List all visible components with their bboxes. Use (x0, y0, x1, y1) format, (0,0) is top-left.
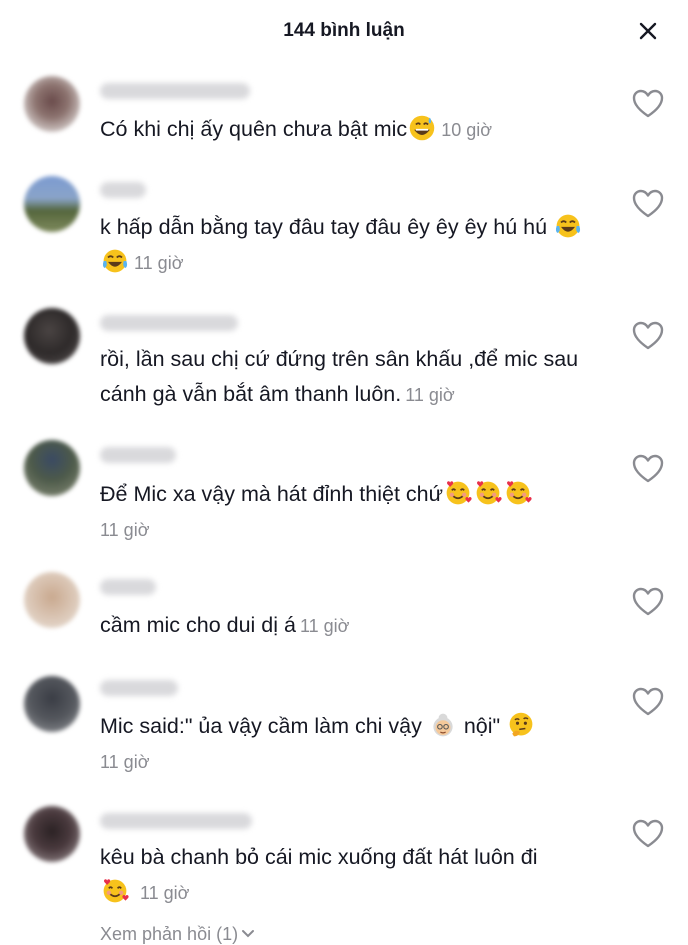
heart-outline-icon[interactable] (632, 321, 664, 351)
smiling-face-with-hearts-emoji (506, 481, 532, 505)
heart-outline-icon[interactable] (632, 687, 664, 717)
heart-outline-icon[interactable] (632, 189, 664, 219)
smiling-face-with-hearts-emoji (103, 879, 129, 903)
comment-text: cầm mic cho dui dị á 11 giờ (100, 613, 350, 637)
comments-header: 144 bình luận (0, 0, 688, 62)
smiling-face-with-hearts-emoji (476, 481, 502, 505)
comment-time: 11 giờ (139, 883, 190, 903)
view-replies-label: Xem phản hồi (1) (100, 924, 239, 944)
heart-outline-icon[interactable] (632, 454, 664, 484)
comment-count-title: 144 bình luận (283, 20, 405, 41)
comment-text: kêu bà chanh bỏ cái mic xuống đất hát lu… (100, 845, 538, 903)
username-blurred[interactable] (100, 579, 156, 595)
thinking-face-emoji (509, 712, 533, 737)
avatar[interactable] (24, 440, 80, 496)
comment-text: Mic said:" ủa vậy cầm làm chi vậy nội" 1… (100, 709, 610, 780)
comment-time: 11 giờ (100, 520, 150, 540)
close-icon[interactable] (636, 19, 660, 43)
comment-time: 11 giờ (405, 385, 455, 405)
avatar[interactable] (24, 308, 80, 364)
smiling-face-with-hearts-emoji (446, 481, 472, 505)
username-blurred[interactable] (100, 315, 238, 331)
username-blurred[interactable] (100, 680, 178, 696)
comment-text: rồi, lần sau chị cứ đứng trên sân khấu ,… (100, 347, 579, 406)
comment-time: 10 giờ (441, 120, 493, 140)
tears-of-joy-emoji (102, 249, 128, 273)
avatar[interactable] (24, 76, 80, 132)
username-blurred[interactable] (100, 447, 176, 463)
heart-outline-icon[interactable] (632, 587, 664, 617)
avatar[interactable] (24, 176, 80, 232)
comment-time: 11 giờ (299, 616, 350, 636)
heart-outline-icon[interactable] (632, 819, 664, 849)
chevron-down-icon (242, 930, 255, 938)
grinning-sweat-emoji (409, 115, 435, 141)
tears-of-joy-emoji (555, 214, 581, 238)
avatar[interactable] (24, 572, 80, 628)
username-blurred[interactable] (100, 182, 146, 198)
username-blurred[interactable] (100, 83, 250, 99)
comment-text: Để Mic xa vậy mà hát đỉnh thiệt chứ 11 gi… (100, 477, 610, 548)
comment-text: k hấp dẫn bằng tay đâu tay đâu êy êy êy … (100, 210, 610, 281)
old-woman-emoji (433, 713, 453, 737)
comment-text: Có khi chị ấy quên chưa bật mic 10 giờ (100, 112, 610, 148)
username-blurred[interactable] (100, 813, 252, 829)
avatar[interactable] (24, 806, 80, 862)
comment-time: 11 giờ (100, 752, 150, 772)
avatar[interactable] (24, 676, 80, 732)
comment-time: 11 giờ (134, 253, 184, 273)
heart-outline-icon[interactable] (632, 89, 664, 119)
